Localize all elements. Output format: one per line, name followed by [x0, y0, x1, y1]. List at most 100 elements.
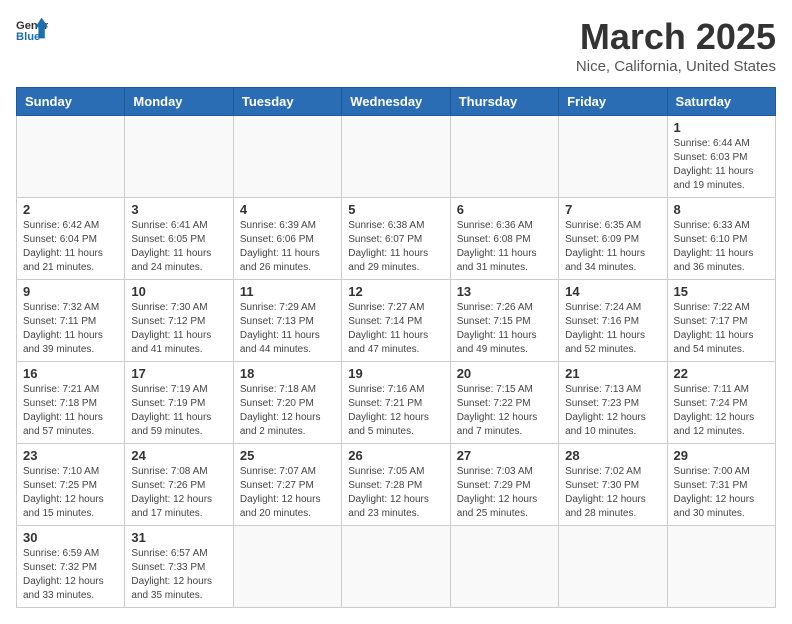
day-info: Sunrise: 7:26 AM Sunset: 7:15 PM Dayligh…	[457, 301, 552, 357]
calendar-table: SundayMondayTuesdayWednesdayThursdayFrid…	[16, 87, 776, 608]
calendar-cell: 23 Sunrise: 7:10 AM Sunset: 7:25 PM Dayli…	[17, 444, 125, 526]
day-number: 15	[674, 284, 769, 299]
day-info: Sunrise: 6:35 AM Sunset: 6:09 PM Dayligh…	[565, 219, 660, 275]
calendar-cell: 15 Sunrise: 7:22 AM Sunset: 7:17 PM Dayli…	[667, 280, 775, 362]
day-info: Sunrise: 7:29 AM Sunset: 7:13 PM Dayligh…	[240, 301, 335, 357]
day-number: 21	[565, 366, 660, 381]
day-number: 4	[240, 202, 335, 217]
day-number: 19	[348, 366, 443, 381]
day-info: Sunrise: 7:03 AM Sunset: 7:29 PM Dayligh…	[457, 465, 552, 521]
calendar-cell	[667, 526, 775, 608]
day-info: Sunrise: 7:05 AM Sunset: 7:28 PM Dayligh…	[348, 465, 443, 521]
col-header-friday: Friday	[559, 88, 667, 116]
day-number: 18	[240, 366, 335, 381]
day-number: 25	[240, 448, 335, 463]
day-number: 6	[457, 202, 552, 217]
day-info: Sunrise: 6:44 AM Sunset: 6:03 PM Dayligh…	[674, 137, 769, 193]
calendar-cell: 1 Sunrise: 6:44 AM Sunset: 6:03 PM Daylig…	[667, 116, 775, 198]
day-info: Sunrise: 6:57 AM Sunset: 7:33 PM Dayligh…	[131, 547, 226, 603]
day-info: Sunrise: 7:13 AM Sunset: 7:23 PM Dayligh…	[565, 383, 660, 439]
calendar-cell: 25Sunrise: 7:07 AM Sunset: 7:27 PM Dayli…	[233, 444, 341, 526]
calendar-cell: 31 Sunrise: 6:57 AM Sunset: 7:33 PM Dayli…	[125, 526, 233, 608]
week-row-0: 1 Sunrise: 6:44 AM Sunset: 6:03 PM Daylig…	[17, 116, 776, 198]
day-info: Sunrise: 7:15 AM Sunset: 7:22 PM Dayligh…	[457, 383, 552, 439]
day-number: 13	[457, 284, 552, 299]
calendar-cell: 4 Sunrise: 6:39 AM Sunset: 6:06 PM Daylig…	[233, 198, 341, 280]
day-number: 23	[23, 448, 118, 463]
calendar-cell: 6 Sunrise: 6:36 AM Sunset: 6:08 PM Daylig…	[450, 198, 558, 280]
day-number: 24	[131, 448, 226, 463]
day-number: 27	[457, 448, 552, 463]
day-number: 26	[348, 448, 443, 463]
col-header-saturday: Saturday	[667, 88, 775, 116]
day-info: Sunrise: 7:18 AM Sunset: 7:20 PM Dayligh…	[240, 383, 335, 439]
col-header-thursday: Thursday	[450, 88, 558, 116]
day-info: Sunrise: 7:22 AM Sunset: 7:17 PM Dayligh…	[674, 301, 769, 357]
day-info: Sunrise: 7:24 AM Sunset: 7:16 PM Dayligh…	[565, 301, 660, 357]
day-info: Sunrise: 7:02 AM Sunset: 7:30 PM Dayligh…	[565, 465, 660, 521]
calendar-cell: 16Sunrise: 7:21 AM Sunset: 7:18 PM Dayli…	[17, 362, 125, 444]
svg-text:Blue: Blue	[16, 31, 40, 43]
day-info: Sunrise: 7:19 AM Sunset: 7:19 PM Dayligh…	[131, 383, 226, 439]
logo-icon: General Blue	[16, 16, 48, 44]
calendar-cell: 8Sunrise: 6:33 AM Sunset: 6:10 PM Daylig…	[667, 198, 775, 280]
calendar-cell	[450, 526, 558, 608]
calendar-cell: 2 Sunrise: 6:42 AM Sunset: 6:04 PM Daylig…	[17, 198, 125, 280]
col-header-sunday: Sunday	[17, 88, 125, 116]
day-info: Sunrise: 7:30 AM Sunset: 7:12 PM Dayligh…	[131, 301, 226, 357]
calendar-cell: 10Sunrise: 7:30 AM Sunset: 7:12 PM Dayli…	[125, 280, 233, 362]
day-number: 28	[565, 448, 660, 463]
calendar-cell	[17, 116, 125, 198]
calendar-cell	[233, 116, 341, 198]
calendar-cell: 20Sunrise: 7:15 AM Sunset: 7:22 PM Dayli…	[450, 362, 558, 444]
col-header-wednesday: Wednesday	[342, 88, 450, 116]
main-title: March 2025	[576, 16, 776, 58]
calendar-cell: 28 Sunrise: 7:02 AM Sunset: 7:30 PM Dayli…	[559, 444, 667, 526]
day-number: 11	[240, 284, 335, 299]
subtitle: Nice, California, United States	[576, 58, 776, 75]
calendar-cell: 21 Sunrise: 7:13 AM Sunset: 7:23 PM Dayli…	[559, 362, 667, 444]
calendar-cell	[559, 116, 667, 198]
day-info: Sunrise: 6:39 AM Sunset: 6:06 PM Dayligh…	[240, 219, 335, 275]
calendar-cell: 24Sunrise: 7:08 AM Sunset: 7:26 PM Dayli…	[125, 444, 233, 526]
title-area: March 2025 Nice, California, United Stat…	[576, 16, 776, 75]
calendar-cell: 27 Sunrise: 7:03 AM Sunset: 7:29 PM Dayli…	[450, 444, 558, 526]
calendar-cell: 19 Sunrise: 7:16 AM Sunset: 7:21 PM Dayli…	[342, 362, 450, 444]
day-number: 7	[565, 202, 660, 217]
col-header-monday: Monday	[125, 88, 233, 116]
calendar-cell	[342, 116, 450, 198]
day-info: Sunrise: 7:10 AM Sunset: 7:25 PM Dayligh…	[23, 465, 118, 521]
day-number: 9	[23, 284, 118, 299]
week-row-2: 9 Sunrise: 7:32 AM Sunset: 7:11 PM Daylig…	[17, 280, 776, 362]
day-info: Sunrise: 7:32 AM Sunset: 7:11 PM Dayligh…	[23, 301, 118, 357]
day-number: 16	[23, 366, 118, 381]
calendar-cell	[125, 116, 233, 198]
calendar-cell: 3Sunrise: 6:41 AM Sunset: 6:05 PM Daylig…	[125, 198, 233, 280]
day-number: 17	[131, 366, 226, 381]
day-number: 14	[565, 284, 660, 299]
day-info: Sunrise: 6:33 AM Sunset: 6:10 PM Dayligh…	[674, 219, 769, 275]
week-row-1: 2 Sunrise: 6:42 AM Sunset: 6:04 PM Daylig…	[17, 198, 776, 280]
calendar-cell: 22 Sunrise: 7:11 AM Sunset: 7:24 PM Dayli…	[667, 362, 775, 444]
day-number: 1	[674, 120, 769, 135]
logo: General Blue	[16, 16, 48, 44]
week-row-3: 16Sunrise: 7:21 AM Sunset: 7:18 PM Dayli…	[17, 362, 776, 444]
calendar-cell: 29Sunrise: 7:00 AM Sunset: 7:31 PM Dayli…	[667, 444, 775, 526]
day-number: 31	[131, 530, 226, 545]
day-info: Sunrise: 6:42 AM Sunset: 6:04 PM Dayligh…	[23, 219, 118, 275]
day-info: Sunrise: 7:16 AM Sunset: 7:21 PM Dayligh…	[348, 383, 443, 439]
day-number: 2	[23, 202, 118, 217]
day-info: Sunrise: 7:11 AM Sunset: 7:24 PM Dayligh…	[674, 383, 769, 439]
day-info: Sunrise: 6:59 AM Sunset: 7:32 PM Dayligh…	[23, 547, 118, 603]
day-info: Sunrise: 6:36 AM Sunset: 6:08 PM Dayligh…	[457, 219, 552, 275]
calendar-cell	[233, 526, 341, 608]
calendar-cell: 26 Sunrise: 7:05 AM Sunset: 7:28 PM Dayli…	[342, 444, 450, 526]
calendar-cell: 12Sunrise: 7:27 AM Sunset: 7:14 PM Dayli…	[342, 280, 450, 362]
day-info: Sunrise: 7:00 AM Sunset: 7:31 PM Dayligh…	[674, 465, 769, 521]
calendar-header-row: SundayMondayTuesdayWednesdayThursdayFrid…	[17, 88, 776, 116]
page-header: General Blue March 2025 Nice, California…	[16, 16, 776, 75]
day-info: Sunrise: 6:41 AM Sunset: 6:05 PM Dayligh…	[131, 219, 226, 275]
day-info: Sunrise: 7:27 AM Sunset: 7:14 PM Dayligh…	[348, 301, 443, 357]
day-number: 22	[674, 366, 769, 381]
calendar-cell: 18 Sunrise: 7:18 AM Sunset: 7:20 PM Dayli…	[233, 362, 341, 444]
